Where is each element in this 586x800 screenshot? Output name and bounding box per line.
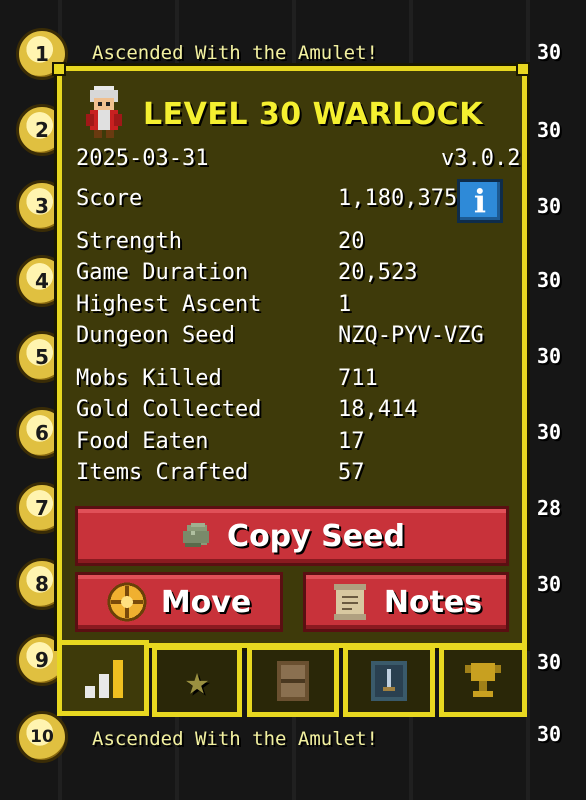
score-label: Score [76,186,143,211]
info-icon: i [473,182,487,220]
stat-value-ascent: 1 [338,292,352,317]
stat-value-seed: NZQ-PYV-VZG [338,323,484,348]
info-button[interactable]: i [457,179,503,223]
stat-label-mobs: Mobs Killed [76,366,222,391]
rank-1-description[interactable]: Ascended With the Amulet! [92,42,378,64]
copy-seed-button[interactable]: Copy Seed [75,506,509,566]
book-icon [277,661,309,701]
stat-label-food: Food Eaten [76,429,209,454]
rank-10-level: 30 [536,722,562,746]
trophy-icon [465,663,501,697]
rank-7-level: 28 [536,496,562,520]
rank-2-level: 30 [536,118,562,142]
stat-label-gold: Gold Collected [76,397,262,422]
stat-value-strength: 20 [338,229,365,254]
rank-8-level: 30 [536,572,562,596]
rank-6-level: 30 [536,420,562,444]
stat-value-duration: 20,523 [338,260,418,285]
tab-rankings[interactable] [439,645,527,717]
stat-label-duration: Game Duration [76,260,249,285]
panel-corner [52,62,66,76]
seed-icon [183,523,210,547]
tab-journal[interactable] [247,645,339,717]
stat-label-seed: Dungeon Seed [76,323,235,348]
stat-label-strength: Strength [76,229,182,254]
notes-button[interactable]: Notes [303,572,509,632]
rank-1-level: 30 [536,40,562,64]
panel-corner [516,62,530,76]
stat-value-crafted: 57 [338,460,365,485]
game-date: 2025-03-31 [76,146,209,171]
move-label: Move [160,584,252,620]
notes-label: Notes [383,584,483,620]
warlock-avatar-icon [86,86,122,138]
star-icon: ★ [184,658,210,704]
stat-label-crafted: Items Crafted [76,460,249,485]
panel-title: LEVEL 30 WARLOCK [143,97,483,132]
rank-9-level: 30 [536,650,562,674]
stat-label-ascent: Highest Ascent [76,292,262,317]
score-value: 1,180,375 [338,186,458,211]
rank-4-level: 30 [536,268,562,292]
sword-badge-icon [371,661,407,701]
compass-icon [107,582,147,622]
stat-value-food: 17 [338,429,365,454]
tab-badges[interactable]: ★ [152,645,242,717]
rank-5-level: 30 [536,344,562,368]
tab-catalog[interactable] [343,645,435,717]
rank-10-description[interactable]: Ascended With the Amulet! [92,728,378,750]
stat-value-gold: 18,414 [338,397,418,422]
stats-bar-icon [85,660,123,698]
game-version: v3.0.2 [441,146,521,171]
rank-3-level: 30 [536,194,562,218]
stat-value-mobs: 711 [338,366,378,391]
scroll-icon [333,584,366,620]
tab-stats[interactable] [57,640,149,716]
move-button[interactable]: Move [75,572,283,632]
copy-seed-label: Copy Seed [227,518,405,554]
rank-badge-10[interactable]: 10 [16,711,68,763]
